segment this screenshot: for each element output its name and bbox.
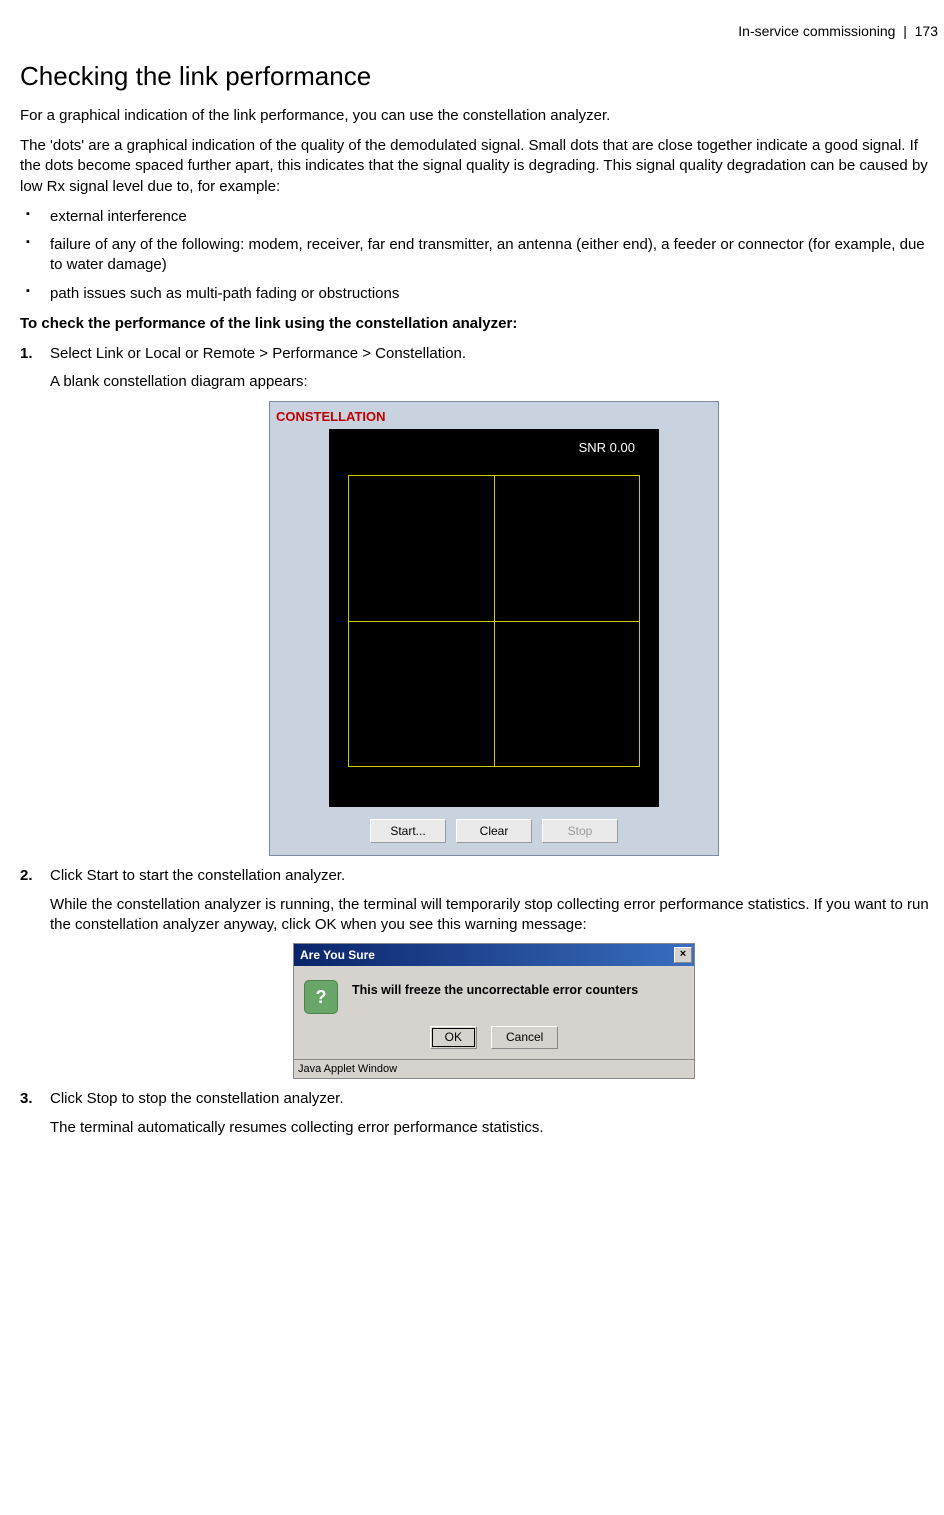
grid-vline [494,476,495,766]
header-section: In-service commissioning [738,23,895,39]
list-item: external interference [20,207,938,227]
close-icon[interactable]: × [674,947,692,963]
step-3: 3. Click Stop to stop the constellation … [20,1089,938,1138]
start-button[interactable]: Start... [370,819,446,843]
step-text: A blank constellation diagram appears: [50,372,938,392]
dialog-title-text: Are You Sure [300,947,375,963]
step-number: 1. [20,344,33,364]
question-icon: ? [304,980,338,1014]
constellation-panel: CONSTELLATION SNR 0.00 Start... Clear St… [269,401,719,857]
confirm-dialog: Are You Sure × ? This will freeze the un… [293,943,695,1079]
cause-list: external interference failure of any of … [20,207,938,304]
step-1: 1. Select Link or Local or Remote > Perf… [20,344,938,856]
step-text: Click Stop to stop the constellation ana… [50,1089,938,1109]
header-sep: | [903,23,907,39]
dialog-message: This will freeze the uncorrectable error… [352,980,638,999]
step-number: 3. [20,1089,33,1109]
intro-para-2: The 'dots' are a graphical indication of… [20,136,938,197]
list-item: path issues such as multi-path fading or… [20,284,938,304]
constellation-title: CONSTELLATION [274,406,714,430]
snr-label: SNR 0.00 [579,439,635,457]
stop-button: Stop [542,819,618,843]
step-text: The terminal automatically resumes colle… [50,1118,938,1138]
page-title: Checking the link performance [20,59,938,94]
step-text: While the constellation analyzer is runn… [50,895,938,936]
constellation-grid [348,475,640,767]
header-page: 173 [915,23,938,39]
step-2: 2. Click Start to start the constellatio… [20,866,938,1079]
dialog-titlebar: Are You Sure × [294,944,694,966]
procedure-lead: To check the performance of the link usi… [20,314,938,334]
list-item: failure of any of the following: modem, … [20,235,938,276]
constellation-buttons: Start... Clear Stop [274,813,714,851]
step-text: Click Start to start the constellation a… [50,866,938,886]
clear-button[interactable]: Clear [456,819,532,843]
cancel-button[interactable]: Cancel [491,1026,558,1048]
step-number: 2. [20,866,33,886]
dialog-status: Java Applet Window [294,1059,694,1079]
page-header: In-service commissioning | 173 [20,22,938,41]
constellation-plot: SNR 0.00 [329,429,659,807]
intro-para-1: For a graphical indication of the link p… [20,106,938,126]
ok-button[interactable]: OK [430,1026,477,1048]
step-text: Select Link or Local or Remote > Perform… [50,344,938,364]
